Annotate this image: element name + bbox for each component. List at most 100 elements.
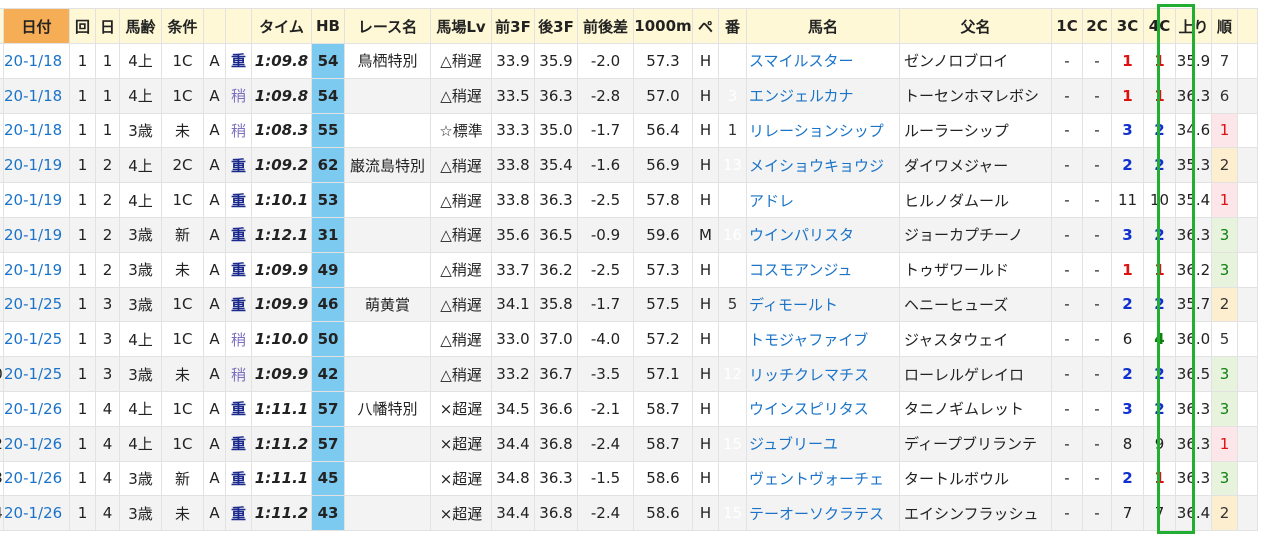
cell-m1000: 58.6 [633, 495, 693, 532]
cell-diff: -1.7 [577, 112, 634, 149]
cell-date[interactable]: 20-1/26 [3, 495, 70, 532]
header-col-finish[interactable]: 順 [1211, 8, 1238, 44]
header-col-condition[interactable]: 条件 [161, 8, 204, 44]
cell-horse[interactable]: リレーションシップ [746, 112, 900, 149]
cell-date[interactable]: 20-1/26 [3, 460, 70, 497]
table-row[interactable]: 20-1/19 1 2 3歳未 A 重 1:09.9 49 △稍遅 33.7 36.2 -2.5 57.… [0, 251, 1258, 288]
header-col-track-level[interactable]: 馬場Lv [430, 8, 492, 44]
cell-baba: 重 [225, 460, 252, 497]
cell-horse[interactable]: テーオーソクラテス [746, 495, 900, 532]
cell-date[interactable]: 20-1/18 [3, 112, 70, 149]
cell-m1000: 56.9 [633, 147, 693, 184]
header-col-baba[interactable] [225, 8, 252, 44]
header-col-age[interactable]: 馬齢 [119, 8, 162, 44]
cell-m1000: 58.7 [633, 425, 693, 462]
cell-ban: 4 [718, 390, 747, 427]
cell-a: A [203, 43, 226, 79]
cell-baba: 重 [225, 286, 252, 323]
header-col-time[interactable]: タイム [251, 8, 312, 44]
header-col-1c[interactable]: 1C [1051, 8, 1083, 44]
header-col-nichi[interactable]: 日 [95, 8, 120, 44]
header-col-agari[interactable]: 上り [1175, 8, 1212, 44]
header-col-hb[interactable]: HB [311, 8, 345, 44]
cell-f3: 34.4 [491, 425, 535, 462]
cell-f3: 33.8 [491, 147, 535, 184]
header-col-diff[interactable]: 前後差 [577, 8, 634, 44]
table-row[interactable]: 20-1/18 1 1 3歳未 A 稍 1:08.3 55 ☆標準 33.3 35.0 -1.7 56.… [0, 112, 1258, 149]
cell-ban: 13 [718, 147, 747, 184]
header-col-1000m[interactable]: 1000m [633, 8, 693, 44]
header-col-pace[interactable]: ペ [692, 8, 719, 44]
table-row[interactable]: 20-1/26 1 4 4上 1C A 重 1:11.1 57 八幡特別 ×超遅 34.5 36.6 -2… [0, 390, 1258, 427]
table-row[interactable]: 320-1/26143歳新A重1:11.145×超遅34.836.3-1.558… [0, 460, 1258, 497]
cell-horse[interactable]: ウインスピリタス [746, 390, 900, 427]
table-row[interactable]: 20-1/18 1 1 4上 1C A 重 1:09.8 54 鳥栖特別 △稍遅 33.9 35.9 -2… [0, 43, 1258, 79]
table-row[interactable]: 20-1/18 1 1 4上 1C A 稍 1:09.8 54 △稍遅 33.5 36.3 -2.8 57… [0, 77, 1258, 114]
cell-horse[interactable]: メイショウキョウジ [746, 147, 900, 184]
cell-horse[interactable]: エンジェルカナ [746, 77, 900, 114]
table-row[interactable]: 20-1/19 1 2 4上 2C A 重 1:09.2 62 巌流島特別 △稍遅 33.8 35.4-… [0, 147, 1258, 184]
cell-horse[interactable]: スマイルスター [746, 43, 900, 79]
header-col-extra[interactable] [1237, 8, 1258, 44]
cell-horse[interactable]: アドレ [746, 182, 900, 218]
cell-date[interactable]: 20-1/26 [3, 390, 70, 427]
header-col-last-3f[interactable]: 後3F [534, 8, 578, 44]
cell-horse[interactable]: ジュブリーユ [746, 425, 900, 462]
header-col-date[interactable]: 日付 [3, 8, 70, 44]
header-col-horse-name[interactable]: 馬名 [746, 8, 900, 44]
header-col-4c[interactable]: 4C [1143, 8, 1176, 44]
cell-date[interactable]: 20-1/18 [3, 77, 70, 114]
table-row[interactable]: 220-1/26144上1CA重1:11.257×超遅34.436.8-2.45… [0, 425, 1258, 462]
cell-date[interactable]: 20-1/18 [3, 43, 70, 79]
table-row[interactable]: 020-1/25133歳未A稍1:09.942△稍遅33.236.7-3.557… [0, 356, 1258, 392]
cell-pace: H [692, 182, 719, 218]
cell-ban: 12 [718, 356, 747, 392]
cell-date[interactable]: 20-1/19 [3, 147, 70, 184]
cell-extra [1237, 112, 1258, 149]
cell-horse[interactable]: コスモアンジュ [746, 251, 900, 288]
header-col-sire[interactable]: 父名 [899, 8, 1052, 44]
cell-race [344, 77, 431, 114]
header-col-race-name[interactable]: レース名 [344, 8, 431, 44]
cell-time: 1:10.0 [251, 321, 312, 358]
cell-nichi: 3 [95, 321, 120, 358]
header-col-a[interactable] [203, 8, 226, 44]
cell-horse[interactable]: ディモールト [746, 286, 900, 323]
cell-m1000: 57.1 [633, 356, 693, 392]
header-col-2c[interactable]: 2C [1082, 8, 1112, 44]
cell-horse[interactable]: ウインパリスタ [746, 216, 900, 253]
cell-kai: 1 [69, 77, 96, 114]
cell-c1: - [1051, 356, 1083, 392]
header-col-first-3f[interactable]: 前3F [491, 8, 535, 44]
header-col-3c[interactable]: 3C [1111, 8, 1144, 44]
cell-m1000: 58.6 [633, 460, 693, 497]
cell-date[interactable]: 20-1/25 [3, 321, 70, 358]
cell-date[interactable]: 20-1/19 [3, 251, 70, 288]
cell-age: 3歳 [119, 251, 162, 288]
cell-date[interactable]: 20-1/26 [3, 425, 70, 462]
cell-horse[interactable]: リッチクレマチス [746, 356, 900, 392]
table-row[interactable]: 20-1/19 1 2 3歳新 A 重 1:12.1 31 △稍遅 35.6 36.5 -0.9 59.… [0, 216, 1258, 253]
cell-extra [1237, 43, 1258, 79]
table-row[interactable]: 20-1/25 1 3 3歳 1C A 重 1:09.9 46 萌黄賞 △稍遅 34.1 35.8 -1.… [0, 286, 1258, 323]
table-row[interactable]: 20-1/25 1 3 4上 1C A 稍 1:10.0 50 △稍遅 33.0 37.0 -4.0 57… [0, 321, 1258, 358]
cell-extra [1237, 321, 1258, 358]
cell-horse[interactable]: トモジャファイブ [746, 321, 900, 358]
cell-date[interactable]: 20-1/25 [3, 356, 70, 392]
header-col-number[interactable]: 番 [718, 8, 747, 44]
cell-ban: 8 [718, 182, 747, 218]
cell-l3: 36.3 [534, 77, 578, 114]
cell-m1000: 57.5 [633, 286, 693, 323]
cell-a: A [203, 147, 226, 184]
table-row[interactable]: 420-1/26143歳未A重1:11.243×超遅34.436.8-2.458… [0, 495, 1258, 532]
cell-extra [1237, 182, 1258, 218]
cell-date[interactable]: 20-1/19 [3, 216, 70, 253]
header-col-kai[interactable]: 回 [69, 8, 96, 44]
cell-baba: 稍 [225, 77, 252, 114]
cell-date[interactable]: 20-1/25 [3, 286, 70, 323]
table-row[interactable]: 20-1/19 1 2 4上 1C A 重 1:10.1 53 △稍遅 33.8 36.3 -2.5 57… [0, 182, 1258, 218]
cell-c2: - [1082, 495, 1112, 532]
cell-horse[interactable]: ヴェントヴォーチェ [746, 460, 900, 497]
cell-f3: 33.0 [491, 321, 535, 358]
cell-date[interactable]: 20-1/19 [3, 182, 70, 218]
